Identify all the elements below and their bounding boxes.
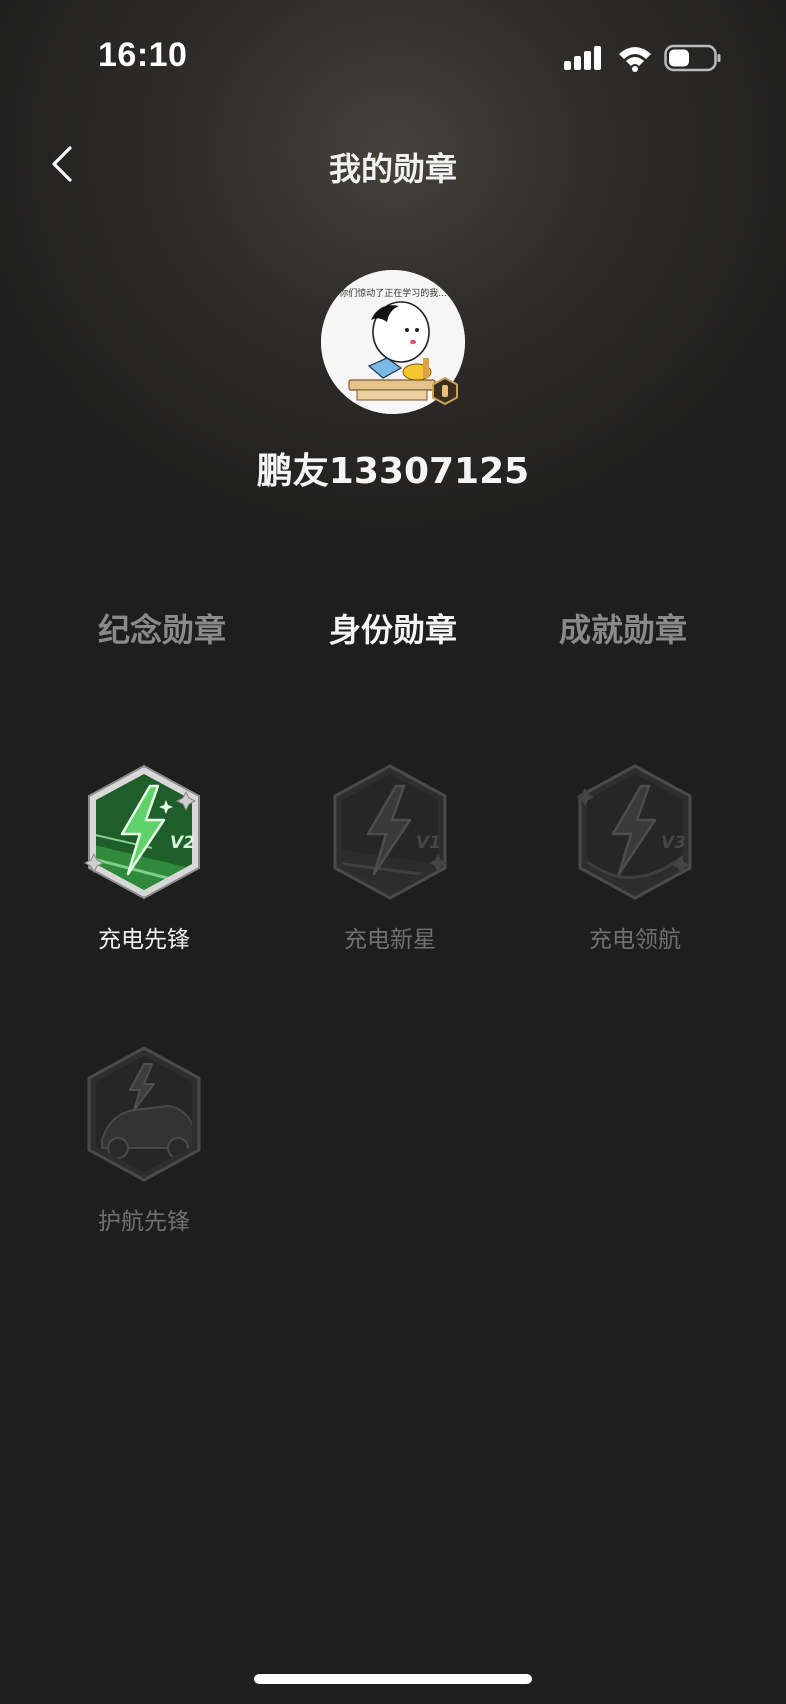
- status-time: 16:10: [98, 36, 188, 74]
- badge-label: 护航先锋: [98, 1209, 190, 1235]
- page-title: 我的勋章: [328, 150, 457, 188]
- badge-label: 充电先锋: [98, 927, 190, 953]
- badge-category-tabs: 纪念勋章 身份勋章 成就勋章: [0, 605, 786, 655]
- home-indicator[interactable]: [254, 1674, 532, 1684]
- lightning-badge-icon: V1: [333, 764, 447, 900]
- signal-icon: [564, 46, 601, 70]
- badge-item[interactable]: V2 充电先锋: [44, 762, 244, 962]
- hex-badge-icon: [432, 376, 458, 406]
- badge-item[interactable]: V1 充电新星: [290, 762, 490, 962]
- badge-label: 充电领航: [589, 927, 681, 953]
- tab-achievement[interactable]: 成就勋章: [523, 605, 723, 651]
- badge-level: V2: [170, 833, 195, 853]
- badge-label: 充电新星: [344, 927, 436, 953]
- tab-commemorative[interactable]: 纪念勋章: [62, 605, 262, 651]
- badge-level: V1: [416, 833, 441, 853]
- car-lightning-badge-icon: [87, 1046, 201, 1182]
- battery-icon: [664, 44, 721, 72]
- avatar-caption: 你们惊动了正在学习的我...: [339, 287, 447, 299]
- tab-identity[interactable]: 身份勋章: [293, 605, 493, 651]
- nav-bar: 我的勋章: [0, 130, 786, 200]
- wifi-icon: [619, 47, 651, 72]
- username: 鹏友13307125: [256, 451, 530, 492]
- badge-item[interactable]: V3 充电领航: [535, 762, 735, 962]
- status-bar: 16:10: [0, 0, 786, 110]
- badge-item[interactable]: 护航先锋: [44, 1044, 244, 1244]
- lightning-badge-icon: V3: [576, 764, 692, 900]
- badge-level: V3: [661, 833, 686, 853]
- lightning-badge-icon: V2: [83, 764, 200, 900]
